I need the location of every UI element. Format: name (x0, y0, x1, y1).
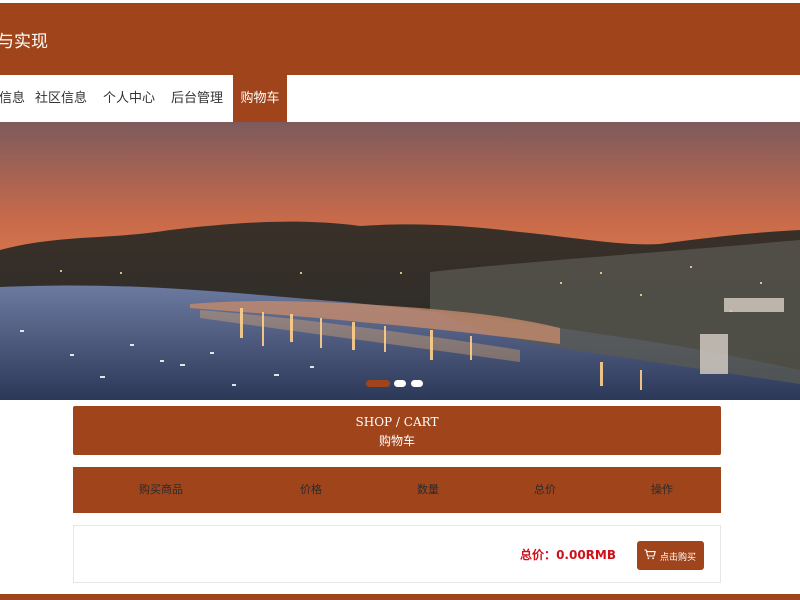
cart-table-header: 购买商品 价格 数量 总价 操作 (73, 467, 721, 513)
carousel-dot-2[interactable] (394, 380, 406, 387)
top-header-bar: 与实现 (0, 0, 800, 75)
shopping-cart-icon (644, 549, 656, 563)
footer-bar (0, 594, 800, 600)
column-header-quantity: 数量 (417, 483, 439, 496)
carousel-dot-3[interactable] (411, 380, 423, 387)
nav-item-info[interactable]: 信息 (0, 75, 25, 122)
banner-carousel[interactable] (0, 122, 800, 400)
cart-total-value: 0.00RMB (556, 548, 616, 562)
nav-item-personal-center[interactable]: 个人中心 (103, 75, 155, 122)
cart-total-label: 总价： (520, 548, 557, 562)
cart-total: 总价：0.00RMB (520, 546, 616, 563)
column-header-product: 购买商品 (139, 483, 183, 496)
main-nav: 信息 社区信息 个人中心 后台管理 购物车 (0, 75, 800, 122)
nav-item-admin[interactable]: 后台管理 (171, 75, 223, 122)
nav-item-community[interactable]: 社区信息 (35, 75, 87, 122)
cart-heading-chinese: 购物车 (378, 434, 415, 448)
buy-button-label: 点击购买 (660, 553, 697, 563)
column-header-action: 操作 (651, 483, 673, 496)
cart-heading-english: SHOP / CART (355, 415, 439, 429)
nav-item-cart[interactable]: 购物车 (233, 75, 287, 122)
cart-summary: 总价：0.00RMB 点击购买 (73, 525, 721, 583)
carousel-dot-1[interactable] (366, 380, 390, 387)
buy-button[interactable]: 点击购买 (637, 541, 704, 570)
cart-section-heading: SHOP / CART 购物车 (73, 406, 721, 455)
banner-image (0, 122, 800, 400)
column-header-price: 价格 (300, 483, 322, 496)
column-header-total: 总价 (534, 483, 556, 496)
site-title: 与实现 (0, 32, 48, 52)
